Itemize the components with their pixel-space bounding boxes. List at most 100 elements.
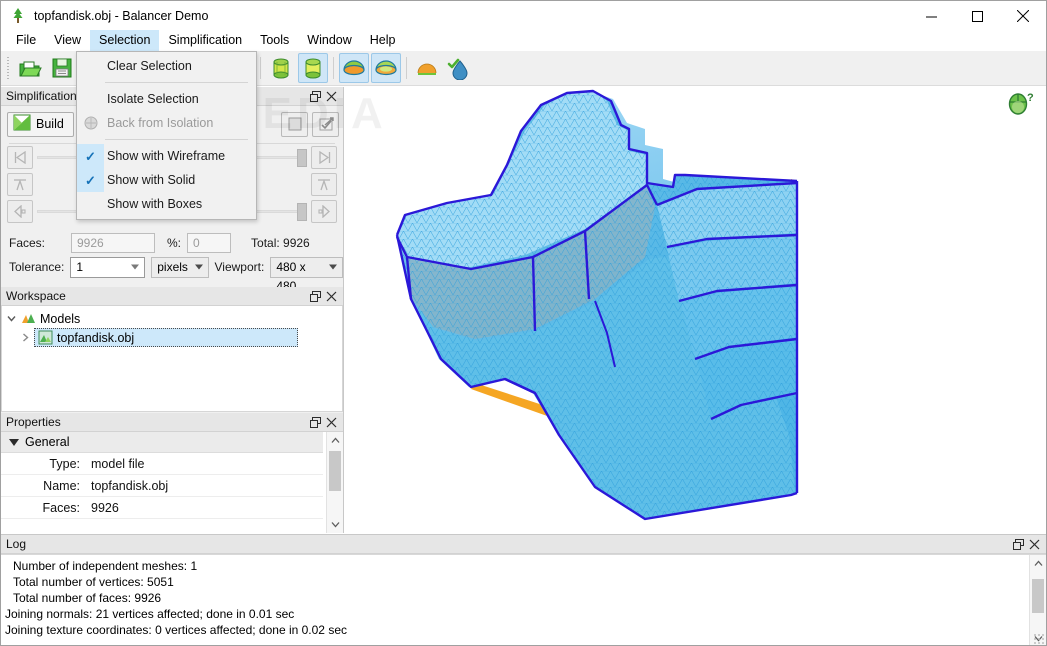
apply-check-button[interactable] (312, 111, 339, 137)
menu-file[interactable]: File (7, 30, 45, 51)
properties-panel-header: Properties (1, 413, 343, 432)
check-icon: ✓ (77, 168, 104, 192)
triangle-down-icon (9, 438, 19, 446)
float-icon[interactable] (307, 288, 323, 304)
model-mesh[interactable] (345, 87, 1046, 533)
menu-tools[interactable]: Tools (251, 30, 298, 51)
property-value[interactable]: model file (87, 457, 323, 471)
percent-label: %: (167, 236, 182, 250)
toolbar-grip[interactable] (5, 55, 12, 81)
build-button-label: Build (36, 117, 64, 131)
property-value[interactable]: 9926 (87, 501, 323, 515)
log-scrollbar-thumb[interactable] (1032, 579, 1044, 613)
scroll-down-icon[interactable] (327, 516, 343, 533)
maximize-icon[interactable] (954, 1, 1000, 31)
dome-back-icon[interactable] (371, 53, 401, 83)
collapse-left-button[interactable] (7, 173, 33, 196)
close-icon[interactable] (1026, 536, 1042, 552)
float-icon[interactable] (307, 88, 323, 104)
menu-item-show-with-wireframe[interactable]: ✓ Show with Wireframe (77, 144, 256, 168)
faces-row: Faces: 9926 %: 0 Total: 9926 (1, 231, 343, 255)
minimize-icon[interactable] (908, 1, 954, 31)
menu-help[interactable]: Help (361, 30, 405, 51)
tree-item-label: Models (40, 311, 81, 326)
log-panel-title: Log (6, 537, 27, 551)
float-icon[interactable] (1010, 536, 1026, 552)
menu-gutter (77, 87, 104, 111)
faces-input[interactable]: 9926 (71, 233, 155, 253)
menu-item-back-from-isolation: Back from Isolation (77, 111, 256, 135)
tolerance-select[interactable]: 1 (70, 256, 146, 278)
open-file-icon[interactable] (15, 53, 45, 83)
workspace-panel: Workspace Models topfandisk.obj (1, 287, 344, 413)
first-step-button[interactable] (7, 146, 33, 169)
units-value: pixels (157, 259, 188, 274)
total-faces-label: Total: 9926 (251, 236, 310, 250)
save-file-icon[interactable] (47, 53, 77, 83)
properties-scrollbar-thumb[interactable] (329, 451, 341, 491)
close-icon[interactable] (323, 88, 339, 104)
close-icon[interactable] (323, 288, 339, 304)
water-drop-check-icon[interactable] (444, 53, 474, 83)
dome-front-icon[interactable] (339, 53, 369, 83)
menu-item-clear-selection[interactable]: Clear Selection (77, 54, 256, 78)
tree-item-topfandisk[interactable]: topfandisk.obj (2, 328, 342, 347)
viewport-select[interactable]: 480 x 480 (270, 256, 343, 293)
chevron-down-icon (194, 264, 203, 270)
step-back-button[interactable] (7, 200, 33, 223)
mouse-help-icon[interactable]: ? (1006, 91, 1036, 117)
scroll-up-icon[interactable] (327, 432, 343, 449)
toolbar-separator (260, 57, 261, 79)
float-icon[interactable] (307, 414, 323, 430)
close-icon[interactable] (1000, 1, 1046, 31)
menu-view[interactable]: View (45, 30, 90, 51)
tree-item-models[interactable]: Models (2, 309, 342, 328)
log-output[interactable]: Number of independent meshes: 1 Total nu… (1, 554, 1046, 645)
menu-simplification[interactable]: Simplification (159, 30, 251, 51)
chevron-down-icon (131, 264, 140, 270)
menu-item-show-with-boxes[interactable]: Show with Boxes (77, 192, 256, 216)
step-forward-button[interactable] (311, 200, 337, 223)
last-step-button[interactable] (311, 146, 337, 169)
cylinder-smooth-icon[interactable] (298, 53, 328, 83)
menu-item-label: Clear Selection (107, 59, 192, 73)
menu-item-label: Show with Wireframe (107, 149, 226, 163)
properties-group-general[interactable]: General (1, 432, 323, 453)
units-select[interactable]: pixels (151, 256, 209, 278)
menu-separator (105, 139, 248, 140)
toolbar-separator (406, 57, 407, 79)
close-icon[interactable] (323, 414, 339, 430)
menu-selection[interactable]: Selection (90, 29, 160, 51)
tolerance-slider-thumb[interactable] (297, 203, 307, 221)
title-bar: topfandisk.obj - Balancer Demo (1, 1, 1046, 31)
menu-separator (105, 82, 248, 83)
properties-scrollbar[interactable] (326, 432, 343, 533)
properties-body: General Type: model file Name: topfandis… (1, 432, 343, 533)
build-button[interactable]: Build (7, 111, 74, 137)
menu-item-label: Back from Isolation (107, 116, 214, 130)
scroll-up-icon[interactable] (1030, 555, 1046, 572)
models-folder-icon (20, 311, 36, 327)
model-viewport[interactable]: ? (345, 87, 1046, 533)
workspace-panel-title: Workspace (6, 289, 66, 303)
chevron-down-icon[interactable] (2, 314, 20, 323)
reset-button[interactable] (281, 111, 308, 137)
property-key: Name: (43, 478, 80, 493)
menu-gutter (77, 192, 104, 216)
resize-grip[interactable] (1033, 633, 1045, 645)
menu-item-isolate-selection[interactable]: Isolate Selection (77, 87, 256, 111)
sphere-orange-icon[interactable] (412, 53, 442, 83)
percent-input[interactable]: 0 (187, 233, 232, 253)
faces-slider-thumb[interactable] (297, 149, 307, 167)
tree-item-label: topfandisk.obj (57, 330, 135, 345)
menu-item-show-with-solid[interactable]: ✓ Show with Solid (77, 168, 256, 192)
property-value[interactable]: topfandisk.obj (87, 479, 323, 493)
property-row-faces: Faces: 9926 (1, 497, 323, 519)
cylinder-flat-icon[interactable] (266, 53, 296, 83)
menu-window[interactable]: Window (298, 30, 360, 51)
collapse-right-button[interactable] (311, 173, 337, 196)
check-icon: ✓ (77, 144, 104, 168)
log-line: Joining normals: 21 vertices affected; d… (5, 607, 295, 621)
chevron-right-icon[interactable] (16, 333, 34, 342)
window-controls (908, 1, 1046, 31)
